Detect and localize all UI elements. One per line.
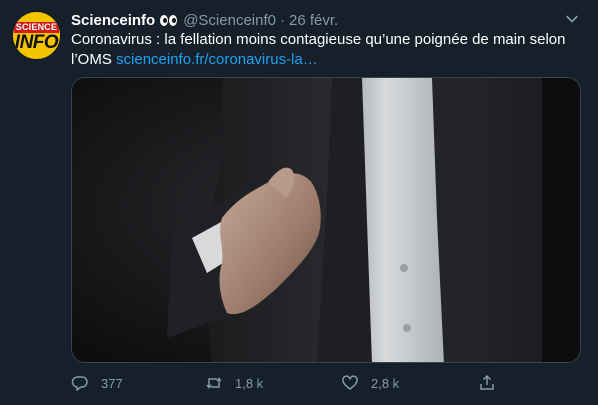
tweet-text: Coronavirus : la fellation moins contagi… bbox=[71, 30, 576, 70]
author-handle[interactable]: @Scienceinf0 bbox=[183, 12, 276, 29]
tweet-header: Scienceinfo @Scienceinf0 · 26 févr. bbox=[71, 10, 568, 30]
retweet-icon bbox=[206, 377, 222, 389]
avatar[interactable]: SCIENCE INFO bbox=[12, 11, 61, 60]
handshake-photo bbox=[72, 78, 580, 362]
tweet-image[interactable] bbox=[71, 77, 581, 363]
tweet-actions: 377 1,8 k 2,8 k bbox=[71, 372, 501, 394]
author-name[interactable]: Scienceinfo bbox=[71, 12, 155, 29]
eyes-emoji-icon bbox=[160, 14, 178, 26]
avatar-logo-line2: INFO bbox=[14, 31, 59, 53]
tweet-date[interactable]: 26 févr. bbox=[289, 12, 338, 29]
more-button[interactable] bbox=[564, 11, 580, 27]
reply-button[interactable]: 377 bbox=[71, 372, 123, 394]
tweet[interactable]: SCIENCE INFO Scienceinfo @Scienceinf0 · … bbox=[0, 0, 598, 405]
tweet-link[interactable]: scienceinfo.fr/coronavirus-la… bbox=[116, 51, 318, 68]
reply-icon bbox=[71, 376, 88, 391]
share-icon bbox=[480, 374, 494, 390]
retweet-count: 1,8 k bbox=[235, 375, 264, 391]
heart-icon bbox=[342, 375, 358, 390]
avatar-logo-line1: SCIENCE bbox=[13, 21, 60, 33]
chevron-down-icon bbox=[566, 15, 578, 23]
reply-count: 377 bbox=[101, 375, 123, 391]
like-count: 2,8 k bbox=[371, 375, 400, 391]
share-button[interactable] bbox=[478, 372, 508, 394]
retweet-button[interactable]: 1,8 k bbox=[205, 372, 263, 394]
like-button[interactable]: 2,8 k bbox=[341, 372, 399, 394]
separator-dot: · bbox=[279, 11, 285, 29]
